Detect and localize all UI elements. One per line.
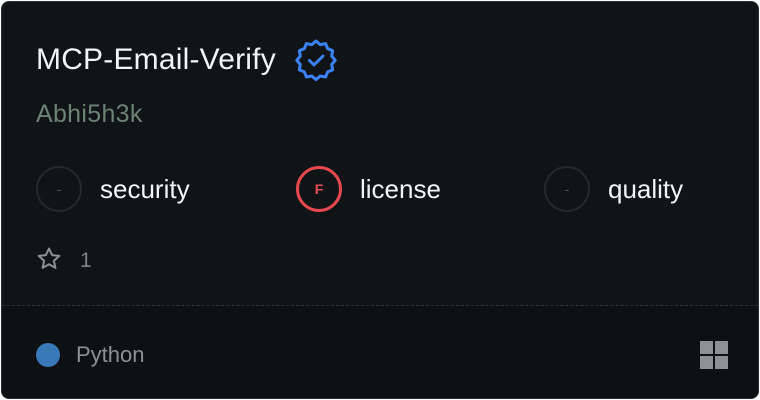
server-name[interactable]: MCP-Email-Verify xyxy=(36,43,276,77)
quality-label: quality xyxy=(608,173,684,204)
language-label: Python xyxy=(76,342,145,367)
metric-security[interactable]: - security xyxy=(36,166,190,212)
windows-icon xyxy=(699,340,729,370)
quality-grade: - xyxy=(544,166,590,212)
license-label: license xyxy=(360,173,441,204)
server-card[interactable]: MCP-Email-Verify Abhi5h3k - security F l… xyxy=(1,1,759,399)
metric-license[interactable]: F license xyxy=(296,166,441,212)
language: Python xyxy=(36,340,145,370)
language-color-dot xyxy=(36,343,60,367)
author-name[interactable]: Abhi5h3k xyxy=(36,100,143,129)
verified-badge-icon xyxy=(294,38,338,82)
stars-count: 1 xyxy=(80,249,92,272)
security-grade: - xyxy=(36,166,82,212)
license-grade: F xyxy=(296,166,342,212)
metric-quality[interactable]: - quality xyxy=(544,166,683,212)
stars[interactable]: 1 xyxy=(36,246,92,277)
security-label: security xyxy=(100,173,190,204)
star-icon xyxy=(36,246,62,277)
title-row: MCP-Email-Verify xyxy=(36,38,338,82)
